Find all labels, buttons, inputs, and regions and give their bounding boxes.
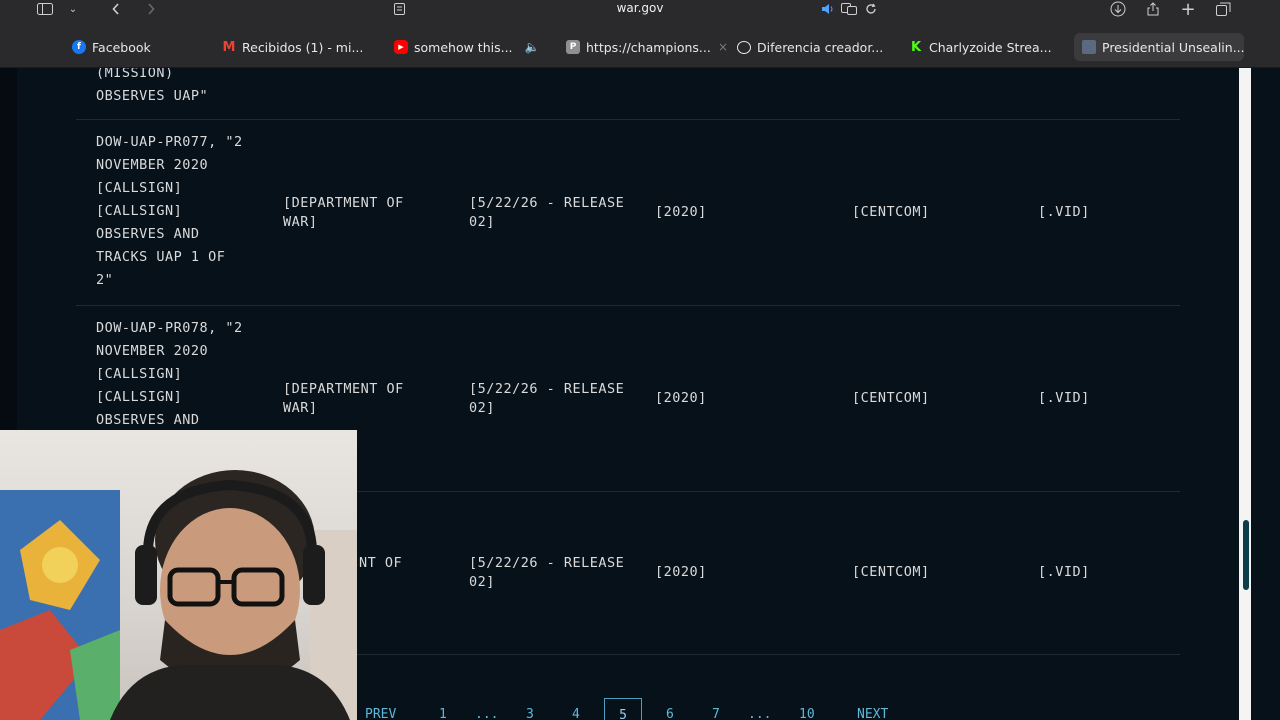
page-link[interactable]: 6 [666, 707, 674, 720]
reader-icon[interactable] [392, 0, 406, 18]
page-link[interactable]: 10 [799, 707, 815, 720]
tab-facebook[interactable]: f Facebook [72, 36, 151, 58]
new-tab-icon[interactable]: + [1180, 0, 1196, 20]
file-type-cell[interactable]: [.VID] [1038, 201, 1090, 224]
muted-speaker-icon[interactable]: 🔈 [525, 40, 540, 54]
tab-presidential-unsealing[interactable]: Presidential Unsealin... [1074, 33, 1244, 61]
share-icon[interactable] [1145, 0, 1161, 18]
file-type-cell[interactable]: [.VID] [1038, 387, 1090, 410]
document-title[interactable]: DOW-UAP-PR078, "2 NOVEMBER 2020 [CALLSIG… [96, 317, 271, 432]
chevron-down-icon[interactable]: ⌄ [66, 0, 80, 18]
agency-cell: [DEPARTMENT OF WAR] [283, 195, 404, 230]
url-text: war.gov [616, 1, 664, 15]
current-page[interactable]: 5 [604, 698, 642, 720]
tab-label: Recibidos (1) - mi... [242, 39, 364, 55]
tab-label: Presidential Unsealin... [1102, 39, 1244, 55]
table-row: (MISSION) OBSERVES UAP" [76, 68, 1180, 120]
page-link[interactable]: 3 [526, 707, 534, 720]
speaker-icon[interactable] [820, 0, 836, 18]
page-icon: P [566, 40, 580, 54]
tab-label: Facebook [92, 39, 151, 55]
tab-overview-icon[interactable] [1214, 0, 1232, 18]
webcam-overlay [0, 430, 357, 720]
page-ellipsis: ... [748, 707, 772, 720]
table-row: DOW-UAP-PR077, "2 NOVEMBER 2020 [CALLSIG… [76, 120, 1180, 306]
page-ellipsis: ... [475, 707, 499, 720]
tab-champions[interactable]: P https://champions... [566, 36, 711, 58]
page-edge [1251, 68, 1280, 720]
tab-chatgpt[interactable]: Diferencia creador... [737, 36, 883, 58]
page-link[interactable]: 7 [712, 707, 720, 720]
release-cell: [5/22/26 - RELEASE 02] [469, 195, 625, 230]
youtube-icon: ▶ [394, 40, 408, 54]
year-cell: [2020] [655, 390, 707, 406]
reload-icon[interactable] [863, 0, 879, 18]
gov-icon [1082, 40, 1096, 54]
agency-cell: [DEPARTMENT OF WAR] [283, 381, 404, 416]
forward-icon[interactable] [143, 0, 159, 18]
document-title[interactable]: (MISSION) OBSERVES UAP" [96, 68, 271, 108]
facebook-icon: f [72, 40, 86, 54]
translate-icon[interactable] [840, 0, 858, 18]
address-bar[interactable]: war.gov [580, 0, 700, 16]
year-cell: [2020] [655, 204, 707, 220]
document-title[interactable]: DOW-UAP-PR077, "2 NOVEMBER 2020 [CALLSIG… [96, 131, 271, 292]
file-type-cell[interactable]: [.VID] [1038, 561, 1090, 584]
tab-label: somehow this... [414, 39, 513, 55]
scrollbar[interactable] [1239, 68, 1251, 720]
year-cell: [2020] [655, 564, 707, 580]
tab-bar: f Facebook M Recibidos (1) - mi... ▶ som… [0, 22, 1280, 68]
openai-icon [737, 40, 751, 54]
kick-icon: K [910, 39, 922, 55]
tab-kick[interactable]: K Charlyzoide Strea... [909, 36, 1052, 58]
tab-label: https://champions... [586, 39, 711, 55]
tab-label: Charlyzoide Strea... [929, 39, 1052, 55]
page-link[interactable]: 1 [439, 707, 447, 720]
prev-page-link[interactable]: PREV [365, 707, 396, 720]
tab-gmail[interactable]: M Recibidos (1) - mi... [222, 36, 364, 58]
command-cell: [CENTCOM] [852, 204, 930, 220]
next-page-link[interactable]: NEXT [857, 707, 888, 720]
browser-toolbar: ⌄ war.gov + [0, 0, 1280, 45]
tab-close-icon[interactable]: × [718, 36, 728, 58]
sidebar-toggle-icon[interactable] [34, 0, 56, 18]
back-icon[interactable] [108, 0, 124, 18]
gmail-icon: M [222, 39, 236, 55]
command-cell: [CENTCOM] [852, 390, 930, 406]
release-cell: [5/22/26 - RELEASE 02] [469, 555, 625, 590]
release-cell: [5/22/26 - RELEASE 02] [469, 381, 625, 416]
page-link[interactable]: 4 [572, 707, 580, 720]
tab-label: Diferencia creador... [757, 39, 884, 55]
tab-youtube[interactable]: ▶ somehow this... 🔈 [394, 36, 539, 58]
command-cell: [CENTCOM] [852, 564, 930, 580]
download-icon[interactable] [1109, 0, 1127, 18]
scroll-indicator [1243, 520, 1249, 590]
